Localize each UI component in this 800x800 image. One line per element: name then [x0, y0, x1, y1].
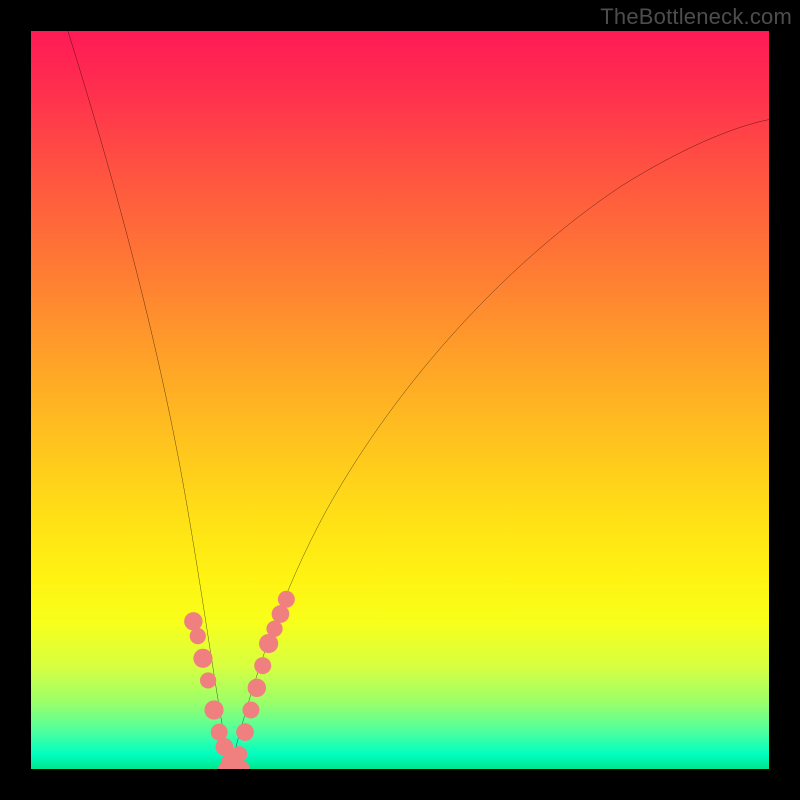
marker-cluster-bottom: [218, 761, 250, 769]
curve-right-branch: [230, 120, 769, 769]
curve-layer: [31, 31, 769, 769]
marker-cluster-right: [231, 591, 295, 763]
plot-area: [31, 31, 769, 769]
chart-frame: TheBottleneck.com: [0, 0, 800, 800]
marker-cluster-left: [184, 612, 242, 769]
watermark-text: TheBottleneck.com: [600, 4, 792, 30]
